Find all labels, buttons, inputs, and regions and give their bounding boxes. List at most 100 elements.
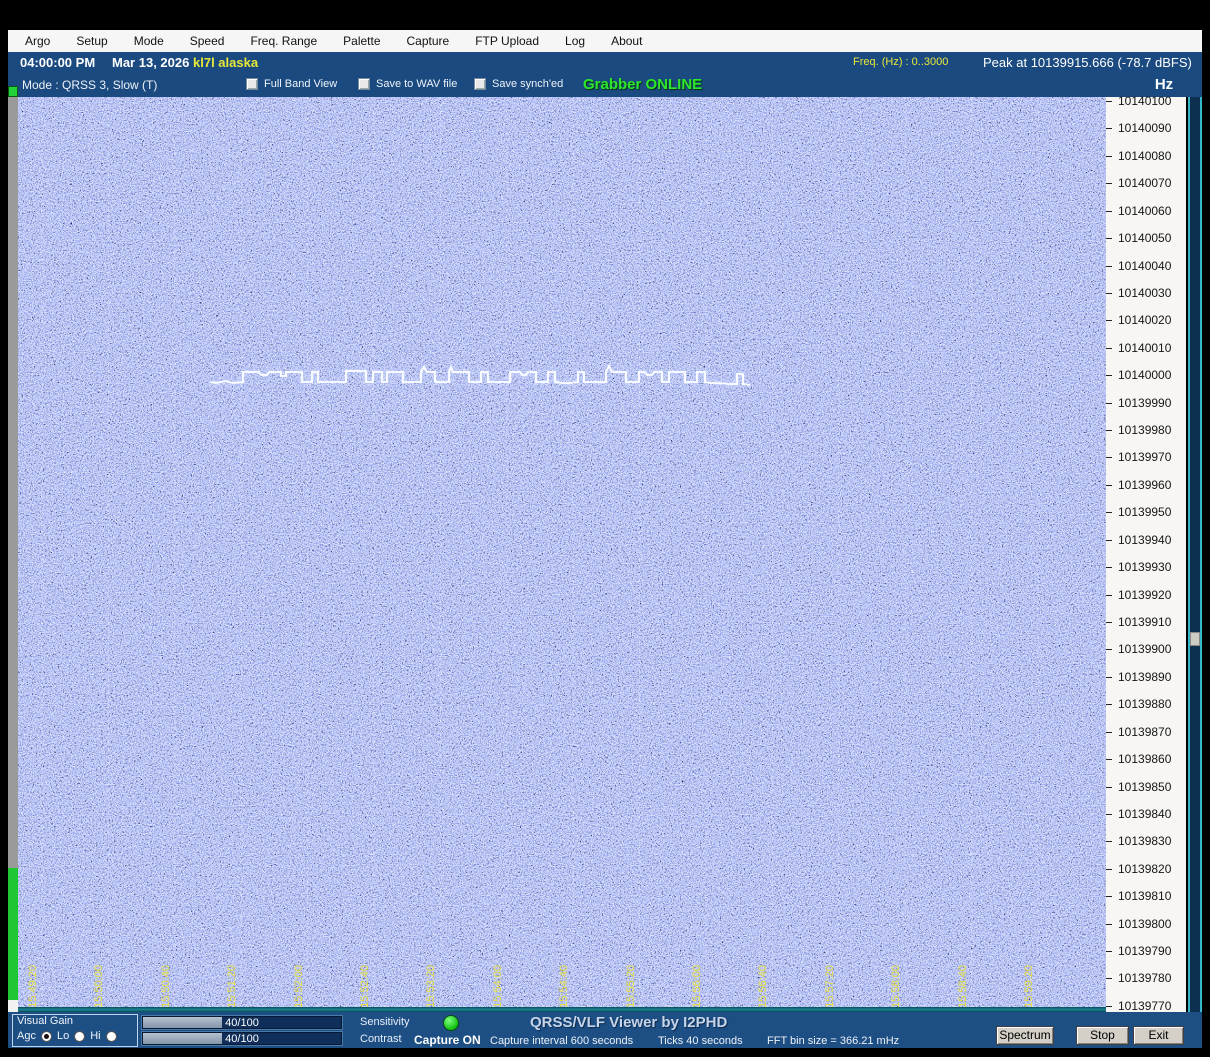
freq-scale-label: 10140030 (1106, 286, 1186, 300)
freq-scale-label: 10139860 (1106, 752, 1186, 766)
checkbox-label: Full Band View (264, 78, 338, 90)
time-axis-label: 15:51:20 (226, 965, 239, 1008)
grabber-callsign: kl7l alaska (193, 55, 259, 70)
scrollbar-thumb[interactable] (1190, 632, 1200, 646)
radio-hi[interactable] (105, 1030, 117, 1042)
sensitivity-slider[interactable]: 40/100 (142, 1016, 342, 1029)
menu-bar: Argo Setup Mode Speed Freq. Range Palette Capt… (8, 30, 1202, 52)
freq-scale-label: 10140100 (1106, 94, 1186, 108)
scan-progress-cap (8, 1000, 18, 1012)
scan-progress-fill (8, 868, 18, 1000)
freq-scale-label: 10139850 (1106, 780, 1186, 794)
checkbox-full-band-view[interactable]: Full Band View (246, 78, 337, 90)
freq-tick-mark (1106, 567, 1112, 568)
time-axis-label: 15:58:00 (890, 965, 903, 1008)
contrast-slider[interactable]: 40/100 (142, 1032, 342, 1045)
freq-tick-mark (1106, 348, 1112, 349)
capture-interval-label: Capture interval 600 seconds (490, 1035, 634, 1047)
time-axis-label: 15:58:40 (956, 965, 969, 1008)
freq-scale-label: 10140020 (1106, 313, 1186, 327)
visual-gain-options: Agc Lo Hi (17, 1030, 117, 1042)
freq-tick-mark (1106, 430, 1112, 431)
frequency-scrollbar[interactable] (1188, 97, 1202, 1012)
visual-gain-title: Visual Gain (17, 1015, 74, 1027)
freq-tick-mark (1106, 814, 1112, 815)
freq-range-readout: Freq. (Hz) : 0..3000 (853, 56, 949, 68)
radio-label-lo: Lo (56, 1030, 70, 1042)
scan-progress-marker (8, 86, 18, 97)
freq-tick-mark (1106, 293, 1112, 294)
bottom-control-bar: Visual Gain Agc Lo Hi Sensitivity Contrast… (8, 1012, 1202, 1048)
grabber-online-status: Grabber ONLINE (583, 76, 703, 93)
time-axis-label: 15:55:20 (624, 965, 637, 1008)
menu-item-argo[interactable]: Argo (12, 30, 63, 52)
freq-tick-mark (1106, 403, 1112, 404)
freq-tick-mark (1106, 266, 1112, 267)
ticks-label: Ticks 40 seconds (658, 1035, 743, 1047)
noise-texture (18, 97, 1106, 1012)
clock-time: 04:00:00 PM (20, 55, 96, 70)
freq-tick-mark (1106, 924, 1112, 925)
freq-scale-label: 10139920 (1106, 588, 1186, 602)
mode-label: Mode : QRSS 3, Slow (T) (22, 78, 158, 92)
freq-scale-label: 10139800 (1106, 917, 1186, 931)
freq-tick-mark (1106, 211, 1112, 212)
freq-tick-mark (1106, 649, 1112, 650)
menu-item-freq-range[interactable]: Freq. Range (237, 30, 330, 52)
freq-tick-mark (1106, 1006, 1112, 1007)
freq-tick-mark (1106, 540, 1112, 541)
radio-lo[interactable] (74, 1030, 86, 1042)
menu-item-ftp-upload[interactable]: FTP Upload (462, 30, 552, 52)
sensitivity-label: Sensitivity (360, 1016, 410, 1028)
freq-scale-label: 10139770 (1106, 999, 1186, 1013)
freq-tick-mark (1106, 375, 1112, 376)
freq-scale-label: 10140050 (1106, 231, 1186, 245)
freq-tick-mark (1106, 787, 1112, 788)
checkbox-save-synch-ed[interactable]: Save synch'ed (474, 78, 563, 90)
freq-tick-mark (1106, 732, 1112, 733)
freq-tick-mark (1106, 841, 1112, 842)
freq-tick-mark (1106, 622, 1112, 623)
checkbox-box[interactable] (246, 78, 258, 90)
freq-scale-label: 10139810 (1106, 889, 1186, 903)
freq-tick-mark (1106, 320, 1112, 321)
stop-button[interactable]: Stop (1076, 1026, 1129, 1045)
freq-scale-label: 10140080 (1106, 149, 1186, 163)
capture-status-label: Capture ON (414, 1033, 481, 1047)
freq-scale-label: 10139890 (1106, 670, 1186, 684)
spectrum-button[interactable]: Spectrum (996, 1026, 1054, 1045)
freq-tick-mark (1106, 896, 1112, 897)
time-axis-label: 15:49:20 (27, 965, 39, 1008)
exit-button[interactable]: Exit (1133, 1026, 1184, 1045)
freq-scale-label: 10139940 (1106, 533, 1186, 547)
menu-item-capture[interactable]: Capture (394, 30, 463, 52)
freq-tick-mark (1106, 951, 1112, 952)
radio-agc[interactable] (40, 1030, 52, 1042)
radio-label-hi: Hi (90, 1030, 101, 1042)
time-axis-label: 15:53:20 (425, 965, 438, 1008)
checkbox-save-to-wav-file[interactable]: Save to WAV file (358, 78, 457, 90)
time-axis-label: 15:56:00 (691, 965, 703, 1008)
freq-scale-label: 10139980 (1106, 423, 1186, 437)
menu-item-palette[interactable]: Palette (330, 30, 393, 52)
peak-readout: Peak at 10139915.666 (-78.7 dBFS) (983, 55, 1192, 70)
freq-scale-label: 10140010 (1106, 341, 1186, 355)
checkbox-label: Save to WAV file (376, 78, 458, 90)
menu-item-setup[interactable]: Setup (63, 30, 120, 52)
checkbox-box[interactable] (358, 78, 370, 90)
freq-scale-label: 10139970 (1106, 450, 1186, 464)
menu-item-about[interactable]: About (598, 30, 655, 52)
freq-scale-label: 10139830 (1106, 834, 1186, 848)
time-axis-label: 15:50:40 (159, 965, 172, 1008)
menu-item-log[interactable]: Log (552, 30, 598, 52)
freq-tick-mark (1106, 704, 1112, 705)
menu-item-speed[interactable]: Speed (177, 30, 238, 52)
clock-date: Mar 13, 2026 (112, 55, 190, 70)
menu-item-mode[interactable]: Mode (121, 30, 177, 52)
time-axis-label: 15:59:20 (1023, 965, 1035, 1008)
freq-scale-label: 10139880 (1106, 697, 1186, 711)
freq-scale-label: 10139910 (1106, 615, 1186, 629)
checkbox-box[interactable] (474, 78, 486, 90)
freq-tick-mark (1106, 101, 1112, 102)
visual-gain-group: Visual Gain Agc Lo Hi (12, 1014, 138, 1047)
